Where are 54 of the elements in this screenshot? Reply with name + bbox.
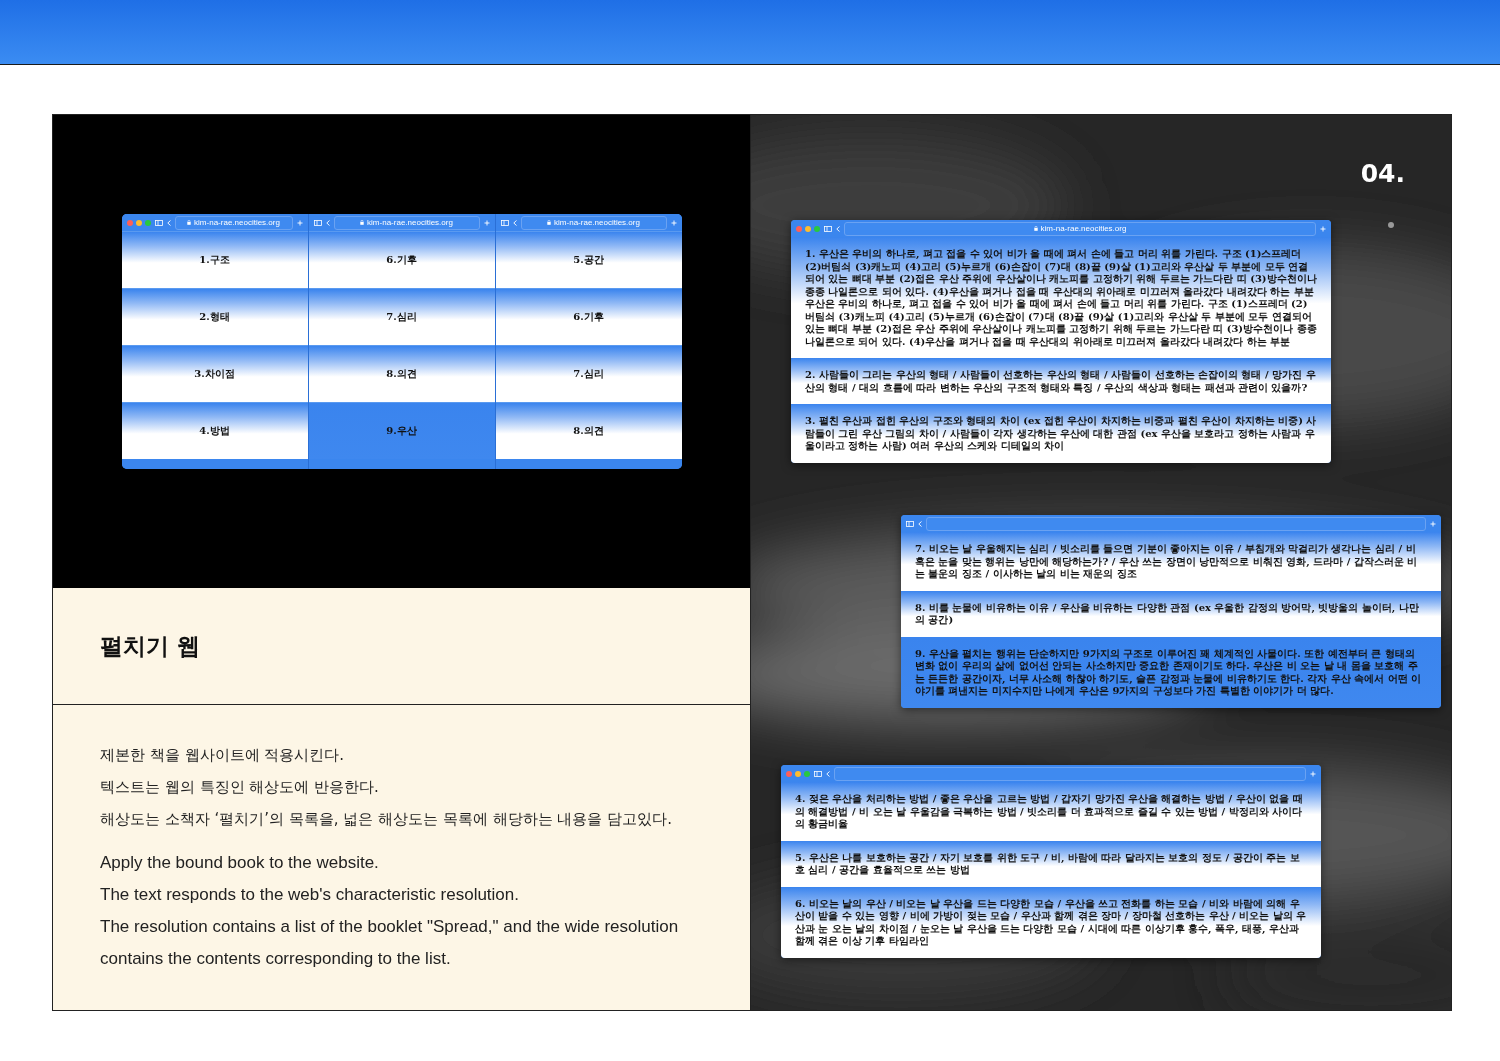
list-band[interactable]: 7.심리 [495, 345, 682, 402]
plus-icon[interactable] [1320, 225, 1326, 232]
sidebar-icon[interactable] [154, 219, 163, 226]
lock-icon [547, 220, 552, 225]
back-icon[interactable] [918, 520, 922, 527]
content-text: 2. 사람들이 그리는 우산의 형태 / 사람들이 선호하는 우산의 형태 / 사람들이 선호하는 손잡이의 형태 / 망가진 우산의 형태 / 대의 흐름에 따라 변하는 우산의 구조적 형태와 특징 / 우산의 색상과 형태는 패션과 관련이 있을까? [805, 369, 1317, 394]
back-icon[interactable] [836, 225, 840, 232]
list-band[interactable]: 6.기후 [308, 231, 495, 288]
back-icon[interactable] [166, 219, 171, 226]
description-text: The text responds to the web's characteristic resolution. [100, 884, 520, 906]
description-text: 제본한 책을 웹사이트에 적용시킨다. [100, 745, 346, 766]
sidebar-icon[interactable] [906, 520, 914, 527]
lock-icon [1033, 226, 1038, 231]
plus-icon[interactable] [296, 219, 303, 226]
description-text: 해상도는 소책자 ‘펼치기’의 목록을, 넓은 해상도는 목록에 해당하는 내용을 담고있다. [100, 809, 673, 830]
back-icon[interactable] [826, 770, 830, 777]
sidebar-icon[interactable] [500, 219, 509, 226]
window-controls[interactable] [796, 225, 820, 232]
lock-icon [187, 220, 192, 225]
content-text: 5. 우산은 나를 보호하는 공간 / 자기 보호를 위한 도구 / 비, 바람에 따라 달라지는 보호의 정도 / 공간이 주는 보호 심리 / 공간을 효율적으로 쓰는 방법 [795, 851, 1301, 877]
slide-number: 04. [1360, 159, 1405, 188]
list-band[interactable]: 4.방법 [121, 402, 308, 459]
list-band[interactable]: 8.의견 [495, 402, 682, 459]
window-controls[interactable] [786, 770, 810, 777]
plus-icon[interactable] [670, 219, 677, 226]
list-band[interactable]: 2.형태 [121, 288, 308, 345]
project-title: 펼치기 웹 [100, 631, 200, 661]
plus-icon[interactable] [1430, 520, 1436, 527]
sidebar-icon[interactable] [313, 219, 322, 226]
content-text: 7. 비오는 날 우울해지는 심리 / 빗소리를 들으면 기분이 좋아지는 이유 / 부침개와 막걸리가 생각나는 심리 / 비 혹은 눈을 맞는 행위는 낭만에 해당하는가? / 우산 쓰는 장면이 낭만적으로 비춰진 영화, 드라마 / 갑작스러운 비는 불운의 징조 / 이사하는 날의 비는 재운의 징조 [915, 543, 1419, 581]
description-text: Apply the bound book to the website. [100, 852, 380, 874]
content-text: 8. 비를 눈물에 비유하는 이유 / 우산을 비유하는 다양한 관점 (ex 우울한 감정의 방어막, 빗방울의 놀이터, 나만의 공간) [915, 601, 1420, 627]
list-band[interactable]: 3.차이점 [121, 345, 308, 402]
content-text: 1. 우산은 우비의 하나로, 펴고 접을 수 있어 비가 올 때에 펴서 손에 들고 머리 위를 가린다. 구조 (1)스프레더 (2)버팀쇠 (3)캐노피 (4)고리 (5)누르개 (6)손잡이 (7)대 (8)끝 (9)살 (1)고리와 우산살 두 부분에 모두 연결되어 있는 뼈대 부분 (2)접은 우산 주위에 우산살이나 캐노피를 고정하기 위해 두르는 가느다란 띠 (3)방수천이나 종종 나일론으로 되어 있다. (4)우산을 펴거나 접을 때 우산대의 위아래로 미끄러져 올라갔다 내려갔다 하는 부분 우산은 우비의 하나로, 펴고 접을 수 있어 비가 올 때에 펴서 손에 들고 머리 위를 가린다. 구조 (1)스프레더 (2)버팀쇠 (3)캐노피 (4)고리 (5)누르개 (6)손잡이 (7)대 (8)끝 (9)살 (1)고리와 우산살 두 부분에 모두 연결되어 있는 뼈대 부분 (2)접은 우산 주위에 우산살이나 캐노피를 고정하기 위해 두르는 가느다란 띠 (3)방수천이나 종종 나일론으로 되어 있다. (4)우산을 펴거나 접을 때 우산대의 위아래로 미끄러져 올라갔다 내려갔다 하는 부분 [805, 248, 1317, 348]
list-band[interactable]: 5.공간 [495, 231, 682, 288]
list-band[interactable]: 7.심리 [308, 288, 495, 345]
back-icon[interactable] [512, 219, 517, 226]
content-text: 3. 펼친 우산과 접힌 우산의 구조와 형태의 차이 (ex 접힌 우산이 차지하는 비중과 펼친 우산이 차지하는 비중) 사람들이 그린 우산 그림의 차이 / 사람들이 각자 생각하는 우산에 대한 관점 (ex 우산을 보호라고 정하는 사람과 우울이라고 정하는 사람) 여러 우산의 스케와 디테일의 차이 [805, 415, 1317, 453]
content-text: 9. 우산을 펼치는 행위는 단순하지만 9가지의 구조로 이루어진 꽤 체계적인 사물이다. 또한 예전부터 큰 형태의 변화 없이 우리의 삶에 없어선 안되는 사소하지만 중요한 존재이기도 하다. 우산은 비 오는 날 내 몸을 보호해 주는 든든한 공간이자, 너무 사소해 하찮아 하기도, 슬픈 감정과 눈물에 비유하기도 한다. 각자 우산 속에서 어떤 이야기를 펴낸지는 미지수지만 나에게 우산은 9가지의 구성보다 가진 특별한 이야기가 더 많다. [915, 647, 1423, 698]
plus-icon[interactable] [483, 219, 490, 226]
sidebar-icon[interactable] [824, 225, 832, 232]
description-text: 텍스트는 웹의 특징인 해상도에 반응한다. [100, 777, 380, 798]
plus-icon[interactable] [1310, 770, 1316, 777]
content-text: 4. 젖은 우산을 처리하는 방법 / 좋은 우산을 고르는 방법 / 갑자기 망가진 우산을 해결하는 방법 / 우산이 없을 때의 해결방법 / 비 오는 날 우울감을 극복하는 방법 / 빗소리를 더 효과적으로 즐길 수 있는 방법 / 박정리와 사이다의 황금비율 [795, 793, 1304, 831]
content-text: 6. 비오는 날의 우산 / 비오는 날 우산을 드는 다양한 모습 / 우산을 쓰고 전화를 하는 모습 / 비와 바람에 의해 우산이 받을 수 있는 영향 / 비에 가방이 젖는 모습 / 우산과 함께 겪은 장마 / 장마철 선호하는 우산 / 비오는 날의 우산과 눈 오는 날의 차이점 / 눈오는 날 우산을 드는 다양한 모습 / 시대에 따른 이상기후 홍수, 폭우, 태풍, 우산과 함께 겪은 이상 기후 타임라인 [795, 897, 1307, 948]
back-icon[interactable] [325, 219, 330, 226]
sidebar-icon[interactable] [814, 770, 822, 777]
list-band[interactable]: 8.의견 [308, 345, 495, 402]
description-text: The resolution contains a list of the booklet "Spread," and the wide resolution contains the contents corresponding to the list. [100, 916, 680, 970]
list-band[interactable]: 1.구조 [121, 231, 308, 288]
window-controls[interactable] [126, 219, 151, 226]
lock-icon [360, 220, 365, 225]
list-band[interactable]: 9.우산 [308, 402, 495, 459]
list-band[interactable]: 6.기후 [495, 288, 682, 345]
